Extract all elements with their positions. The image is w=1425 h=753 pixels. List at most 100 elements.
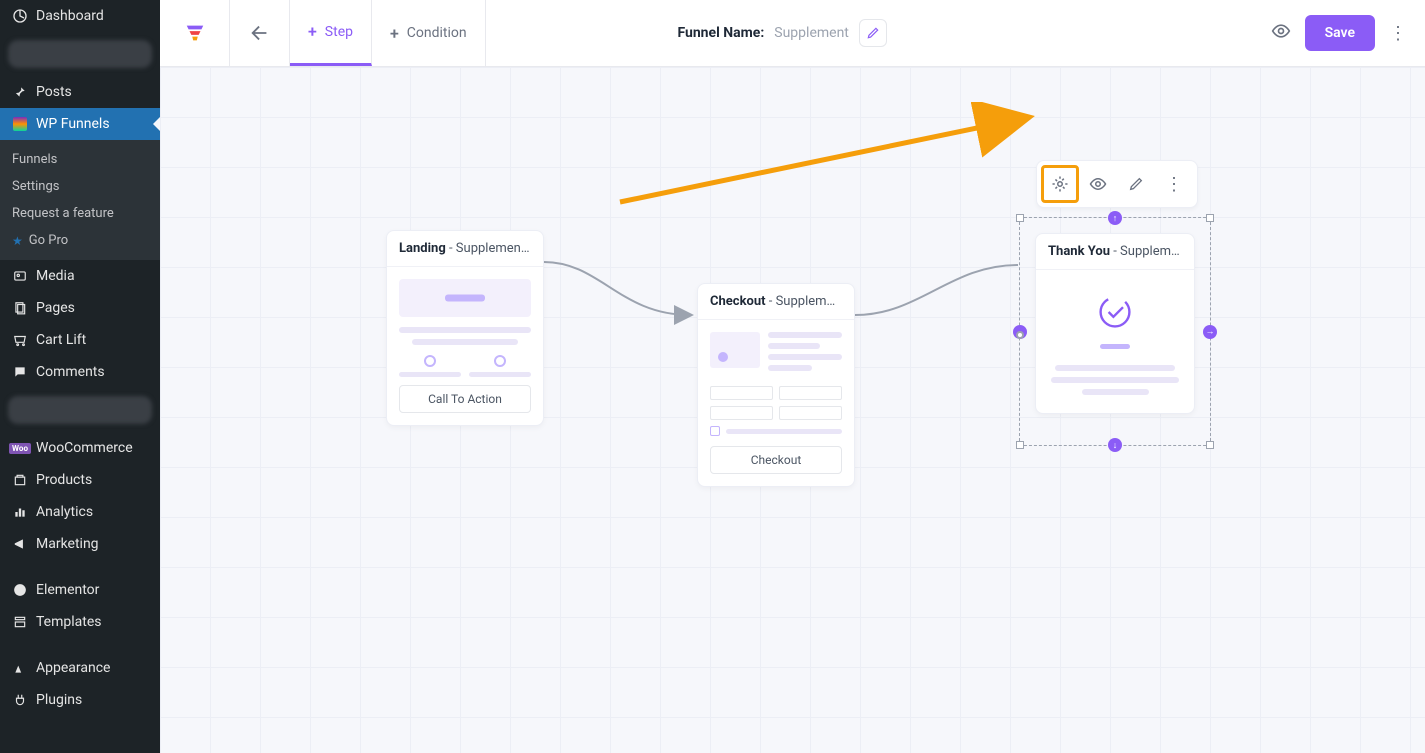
funnel-icon bbox=[184, 22, 206, 44]
preview-button[interactable] bbox=[1271, 21, 1291, 45]
sidebar-item-cart-lift[interactable]: Cart Lift bbox=[0, 324, 160, 356]
analytics-icon bbox=[10, 505, 30, 519]
pin-icon bbox=[10, 85, 30, 99]
sidebar-item-pages[interactable]: Pages bbox=[0, 292, 160, 324]
sidebar-item-label: Comments bbox=[36, 364, 105, 380]
sidebar-item-label: Pages bbox=[36, 300, 75, 316]
sidebar-item-templates[interactable]: Templates bbox=[0, 606, 160, 638]
tab-step[interactable]: + Step bbox=[290, 0, 372, 66]
step-preview-button[interactable] bbox=[1079, 165, 1117, 203]
connector-bottom[interactable]: ↓ bbox=[1108, 438, 1122, 452]
step-contextual-toolbar: ⋮ bbox=[1036, 160, 1198, 208]
card-subtitle: - Supplement C… bbox=[766, 294, 854, 309]
sidebar-item-label: Media bbox=[36, 268, 75, 284]
comments-icon bbox=[10, 365, 30, 379]
card-preview: Call To Action bbox=[387, 267, 543, 425]
sidebar-sub-label: Request a feature bbox=[12, 206, 114, 221]
sidebar-item-plugins[interactable]: Plugins bbox=[0, 684, 160, 716]
cta-label: Call To Action bbox=[428, 392, 502, 406]
sidebar-placeholder bbox=[8, 396, 152, 424]
sidebar-sub-label: Go Pro bbox=[29, 233, 68, 248]
kebab-icon: ⋮ bbox=[1389, 23, 1407, 44]
back-button[interactable] bbox=[230, 0, 290, 66]
card-title-text: Thank You bbox=[1048, 244, 1110, 259]
card-subtitle: - Supplement La… bbox=[446, 241, 543, 256]
arrow-left-icon bbox=[249, 22, 271, 44]
plus-icon: + bbox=[390, 24, 399, 43]
app-logo[interactable] bbox=[160, 0, 230, 66]
edit-funnel-name-button[interactable] bbox=[859, 19, 887, 47]
sidebar-item-label: Plugins bbox=[36, 692, 82, 708]
pencil-icon bbox=[1128, 176, 1144, 192]
cart-lift-icon bbox=[10, 333, 30, 347]
card-preview bbox=[1036, 270, 1194, 413]
tab-condition[interactable]: + Condition bbox=[372, 0, 486, 66]
eye-icon bbox=[1271, 21, 1291, 41]
save-button[interactable]: Save bbox=[1305, 15, 1375, 51]
sidebar-item-products[interactable]: Products bbox=[0, 464, 160, 496]
plugins-icon bbox=[10, 693, 30, 707]
card-preview: Checkout bbox=[698, 320, 854, 486]
step-card-checkout[interactable]: Checkout - Supplement C… Checkout bbox=[697, 283, 855, 487]
wp-admin-sidebar: Dashboard Posts WP Funnels Funnels Setti… bbox=[0, 0, 160, 753]
card-subtitle: - Supplement T… bbox=[1110, 244, 1194, 259]
sidebar-item-media[interactable]: Media bbox=[0, 260, 160, 292]
tab-label: Condition bbox=[407, 25, 467, 41]
dashboard-icon bbox=[10, 8, 30, 24]
step-card-landing[interactable]: Landing - Supplement La… Call To Action bbox=[386, 230, 544, 426]
cta-button-preview: Checkout bbox=[710, 446, 842, 474]
sidebar-item-marketing[interactable]: Marketing bbox=[0, 528, 160, 560]
card-title: Thank You - Supplement T… bbox=[1036, 234, 1194, 270]
funnel-name-label: Funnel Name: bbox=[677, 25, 764, 41]
funnel-canvas[interactable]: Landing - Supplement La… Call To Action … bbox=[160, 67, 1425, 753]
resize-handle[interactable] bbox=[1206, 214, 1214, 222]
sidebar-item-elementor[interactable]: Elementor bbox=[0, 574, 160, 606]
sidebar-item-label: WooCommerce bbox=[36, 440, 133, 456]
sidebar-sub-go-pro[interactable]: Go Pro bbox=[0, 227, 160, 254]
sidebar-item-label: Products bbox=[36, 472, 92, 488]
step-more-button[interactable]: ⋮ bbox=[1155, 165, 1193, 203]
connector-right[interactable]: → bbox=[1203, 325, 1217, 339]
pages-icon bbox=[10, 301, 30, 315]
save-label: Save bbox=[1325, 25, 1355, 41]
cta-label: Checkout bbox=[751, 453, 802, 467]
sidebar-item-label: Templates bbox=[36, 614, 102, 630]
eye-icon bbox=[1089, 175, 1107, 193]
step-settings-button[interactable] bbox=[1041, 165, 1079, 203]
resize-handle[interactable] bbox=[1016, 214, 1024, 222]
sidebar-item-dashboard[interactable]: Dashboard bbox=[0, 0, 160, 32]
products-icon bbox=[10, 473, 30, 487]
sidebar-item-appearance[interactable]: Appearance bbox=[0, 652, 160, 684]
resize-handle[interactable] bbox=[1016, 441, 1024, 449]
sidebar-sub-label: Funnels bbox=[12, 152, 57, 167]
sidebar-item-label: Marketing bbox=[36, 536, 99, 552]
sidebar-item-wp-funnels[interactable]: WP Funnels bbox=[0, 108, 160, 140]
connector-top[interactable]: ↑ bbox=[1108, 211, 1122, 225]
step-edit-button[interactable] bbox=[1117, 165, 1155, 203]
card-title-text: Landing bbox=[399, 241, 446, 256]
annotation-arrow bbox=[615, 102, 1045, 212]
marketing-icon bbox=[10, 537, 30, 551]
sidebar-sub-settings[interactable]: Settings bbox=[0, 173, 160, 200]
sidebar-sub-label: Settings bbox=[12, 179, 59, 194]
gear-icon bbox=[1051, 175, 1069, 193]
media-icon bbox=[10, 269, 30, 283]
templates-icon bbox=[10, 615, 30, 629]
sidebar-sub-request[interactable]: Request a feature bbox=[0, 200, 160, 227]
sidebar-item-comments[interactable]: Comments bbox=[0, 356, 160, 388]
sidebar-item-woocommerce[interactable]: Woo WooCommerce bbox=[0, 432, 160, 464]
woo-icon: Woo bbox=[10, 443, 30, 454]
sidebar-submenu: Funnels Settings Request a feature Go Pr… bbox=[0, 140, 160, 260]
sidebar-item-analytics[interactable]: Analytics bbox=[0, 496, 160, 528]
kebab-icon: ⋮ bbox=[1165, 174, 1183, 195]
sidebar-item-label: Cart Lift bbox=[36, 332, 86, 348]
connection-endpoint[interactable] bbox=[1016, 331, 1024, 339]
sidebar-item-label: Appearance bbox=[36, 660, 110, 676]
resize-handle[interactable] bbox=[1206, 441, 1214, 449]
more-menu-button[interactable]: ⋮ bbox=[1389, 23, 1407, 44]
sidebar-placeholder bbox=[8, 40, 152, 68]
card-title-text: Checkout bbox=[710, 294, 766, 309]
sidebar-sub-funnels[interactable]: Funnels bbox=[0, 146, 160, 173]
step-card-thankyou[interactable]: Thank You - Supplement T… bbox=[1035, 233, 1195, 414]
sidebar-item-posts[interactable]: Posts bbox=[0, 76, 160, 108]
